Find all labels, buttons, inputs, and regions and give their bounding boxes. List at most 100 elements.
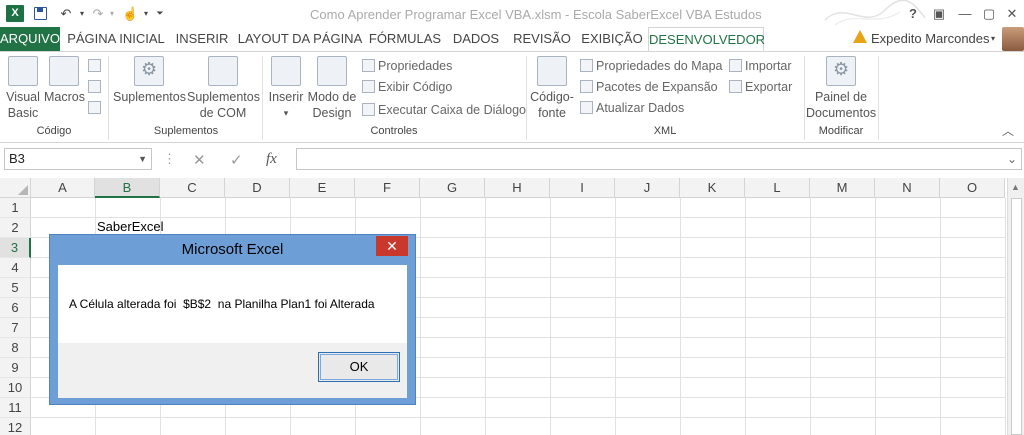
select-all-button[interactable] <box>0 178 31 198</box>
column-header-e[interactable]: E <box>290 178 355 198</box>
tab-formulas[interactable]: FÓRMULAS <box>366 27 444 51</box>
macros-label: Macros <box>44 90 85 104</box>
touch-mode-icon[interactable]: ☝ <box>122 6 138 21</box>
tab-pagina-inicial[interactable]: PÁGINA INICIAL <box>62 27 170 51</box>
name-box-dropdown-icon[interactable]: ▼ <box>138 149 147 169</box>
executar-caixa-dialogo-button[interactable]: Executar Caixa de Diálogo <box>362 102 526 118</box>
tab-dados[interactable]: DADOS <box>446 27 506 51</box>
restore-ribbon-icon[interactable]: ▣ <box>928 5 950 22</box>
cell-b2[interactable]: SaberExcel <box>97 219 163 234</box>
group-divider <box>108 56 109 140</box>
codigo-fonte-button[interactable]: Código- fonte <box>528 56 576 121</box>
column-header-o[interactable]: O <box>940 178 1005 198</box>
minimize-icon[interactable]: — <box>954 5 976 22</box>
column-header-d[interactable]: D <box>225 178 290 198</box>
properties-icon <box>362 59 375 72</box>
row-header-6[interactable]: 6 <box>0 298 31 318</box>
message-box: Microsoft Excel ✕ A Célula alterada foi … <box>49 234 416 405</box>
redo-dropdown-icon[interactable]: ▾ <box>104 6 120 21</box>
column-header-j[interactable]: J <box>615 178 680 198</box>
user-name[interactable]: Expedito Marcondes <box>871 31 990 46</box>
name-box[interactable]: B3 ▼ <box>4 148 152 170</box>
suplementos-com-button[interactable]: Suplementos de COM <box>187 56 260 121</box>
row-header-7[interactable]: 7 <box>0 318 31 338</box>
painel-documentos-button[interactable]: Painel de Documentos <box>806 56 876 121</box>
collapse-ribbon-icon[interactable]: ︿ <box>1002 122 1014 139</box>
inserir-control-button[interactable]: Inserir ▾ <box>266 56 306 121</box>
relative-references-button[interactable] <box>88 79 104 95</box>
record-macro-button[interactable] <box>88 58 104 74</box>
undo-dropdown-icon[interactable]: ▾ <box>74 6 90 21</box>
atualizar-dados-button[interactable]: Atualizar Dados <box>580 100 684 116</box>
propriedades-mapa-button[interactable]: Propriedades do Mapa <box>580 58 722 74</box>
more-options-icon[interactable]: ⋮ <box>163 151 176 167</box>
column-header-n[interactable]: N <box>875 178 940 198</box>
column-header-b[interactable]: B <box>95 178 160 198</box>
row-header-8[interactable]: 8 <box>0 338 31 358</box>
propriedades-button[interactable]: Propriedades <box>362 58 452 74</box>
macro-security-button[interactable] <box>88 100 104 116</box>
user-dropdown-icon[interactable]: ▾ <box>988 27 998 51</box>
ok-button[interactable]: OK <box>318 352 400 382</box>
row-header-5[interactable]: 5 <box>0 278 31 298</box>
pacotes-expansao-button[interactable]: Pacotes de Expansão <box>580 79 718 95</box>
column-header-h[interactable]: H <box>485 178 550 198</box>
vertical-scrollbar[interactable]: ▲ <box>1007 178 1024 435</box>
row-header-11[interactable]: 11 <box>0 398 31 418</box>
excel-app-icon[interactable]: X <box>6 5 24 22</box>
exportar-button[interactable]: Exportar <box>729 79 792 95</box>
macros-button[interactable]: Macros <box>44 56 85 105</box>
avatar[interactable] <box>1002 27 1024 51</box>
insert-function-icon[interactable]: fx <box>266 151 277 168</box>
row-header-12[interactable]: 12 <box>0 418 31 435</box>
scroll-up-icon[interactable]: ▲ <box>1011 182 1020 192</box>
row-header-4[interactable]: 4 <box>0 258 31 278</box>
row-header-10[interactable]: 10 <box>0 378 31 398</box>
column-header-a[interactable]: A <box>31 178 95 198</box>
visual-basic-button[interactable]: Visual Basic <box>4 56 42 121</box>
row-header-9[interactable]: 9 <box>0 358 31 378</box>
undo-icon[interactable]: ↶ <box>58 6 74 21</box>
column-header-f[interactable]: F <box>355 178 420 198</box>
row-header-2[interactable]: 2 <box>0 218 31 238</box>
formula-input[interactable]: ⌄ <box>296 148 1022 170</box>
help-icon[interactable]: ? <box>902 5 924 22</box>
column-header-g[interactable]: G <box>420 178 485 198</box>
ribbon-panel: Visual Basic Macros Código Suplementos S… <box>0 51 1024 143</box>
modo-design-button[interactable]: Modo de Design <box>306 56 358 121</box>
confirm-entry-icon[interactable]: ✓ <box>230 151 243 169</box>
suplementos-button[interactable]: Suplementos <box>113 56 186 105</box>
expand-formula-icon[interactable]: ⌄ <box>1007 152 1017 166</box>
close-icon[interactable]: ✕ <box>1001 5 1023 22</box>
visual-basic-label-2: Basic <box>7 106 39 120</box>
tab-layout-da-pagina[interactable]: LAYOUT DA PÁGINA <box>236 27 364 51</box>
design-mode-icon <box>317 56 347 86</box>
column-header-i[interactable]: I <box>550 178 615 198</box>
tab-exibicao[interactable]: EXIBIÇÃO <box>578 27 646 51</box>
codigo-fonte-label-1: Código- <box>530 90 574 104</box>
exibir-codigo-button[interactable]: Exibir Código <box>362 79 452 95</box>
cancel-entry-icon[interactable]: ✕ <box>193 151 206 169</box>
column-header-c[interactable]: C <box>160 178 225 198</box>
dialog-title: Microsoft Excel <box>181 241 284 258</box>
dialog-message: A Célula alterada foi $B$2 na Planilha P… <box>69 297 375 311</box>
tab-desenvolvedor[interactable]: DESENVOLVEDOR <box>648 27 765 52</box>
tab-revisao[interactable]: REVISÃO <box>508 27 576 51</box>
customize-qat-icon[interactable]: ⏷ <box>152 6 168 21</box>
scrollbar-thumb[interactable] <box>1011 198 1022 435</box>
dialog-close-button[interactable]: ✕ <box>376 236 408 256</box>
column-header-k[interactable]: K <box>680 178 745 198</box>
importar-button[interactable]: Importar <box>729 58 792 74</box>
row-header-1[interactable]: 1 <box>0 198 31 218</box>
macros-icon <box>49 56 79 86</box>
column-header-l[interactable]: L <box>745 178 810 198</box>
row-header-3[interactable]: 3 <box>0 238 31 258</box>
tab-arquivo[interactable]: ARQUIVO <box>0 27 60 51</box>
maximize-icon[interactable]: ▢ <box>978 5 1000 22</box>
group-label-suplementos: Suplementos <box>153 125 219 137</box>
exportar-label: Exportar <box>745 80 793 94</box>
save-icon[interactable] <box>34 7 47 20</box>
column-header-m[interactable]: M <box>810 178 875 198</box>
tab-inserir[interactable]: INSERIR <box>170 27 234 51</box>
com-label-2: de COM <box>199 106 247 120</box>
